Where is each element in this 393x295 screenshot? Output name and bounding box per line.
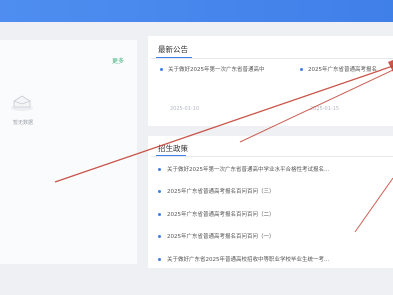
top-header-bar <box>0 0 393 22</box>
left-panel <box>0 40 137 264</box>
bullet-icon <box>300 68 303 71</box>
policy-item-text: 关于做好2025年第一次广东省普通高中学业水平合格性考试报名... <box>167 167 330 173</box>
policy-item-text: 2025年广东省普通高考报名百问百问（二） <box>167 212 275 218</box>
news-panel-title: 最新公告 <box>158 45 188 54</box>
policy-item-text: 2025年广东省普通高考报名百问百问（三） <box>167 189 275 195</box>
policy-item-text: 2025年广东省普通高考报名百问百问（一） <box>167 234 275 240</box>
bullet-icon <box>158 168 161 171</box>
title-underline <box>156 57 192 58</box>
news-item[interactable]: 2025年广东省普通高考报名 <box>300 65 377 73</box>
bullet-icon <box>160 68 163 71</box>
admissions-panel-title: 招生政策 <box>158 144 188 153</box>
policy-list-item[interactable]: 2025年广东省普通高考报名百问百问（二） <box>158 210 275 218</box>
policy-list-item[interactable]: 2025年广东省普通高考报名百问百问（三） <box>158 187 275 195</box>
news-date: 2025-01-15 <box>310 106 340 112</box>
news-item[interactable]: 关于做好2025年第一次广东省普通高中 <box>160 65 265 73</box>
policy-list-item[interactable]: 关于做好2025年第一次广东省普通高中学业水平合格性考试报名... <box>158 165 329 173</box>
title-underline <box>156 155 186 156</box>
more-link[interactable]: 更多 <box>112 56 124 65</box>
divider <box>151 58 393 59</box>
bullet-icon <box>158 190 161 193</box>
empty-text: 暂无数据 <box>13 120 34 126</box>
policy-list-item[interactable]: 2025年广东省普通高考报名百问百问（一） <box>158 232 275 240</box>
news-date: 2025-01-10 <box>170 106 200 112</box>
policy-list-item[interactable]: 关于做好广东省2025年普通高校招收中等职业学校毕业生统一考... <box>158 255 329 263</box>
news-item-text: 2025年广东省普通高考报名 <box>308 67 377 73</box>
empty-box-icon <box>11 95 33 111</box>
bullet-icon <box>158 213 161 216</box>
news-item-text: 关于做好2025年第一次广东省普通高中 <box>168 67 265 73</box>
policy-item-text: 关于做好广东省2025年普通高校招收中等职业学校毕业生统一考... <box>167 257 330 263</box>
bullet-icon <box>158 235 161 238</box>
bullet-icon <box>158 258 161 261</box>
divider <box>151 156 393 157</box>
